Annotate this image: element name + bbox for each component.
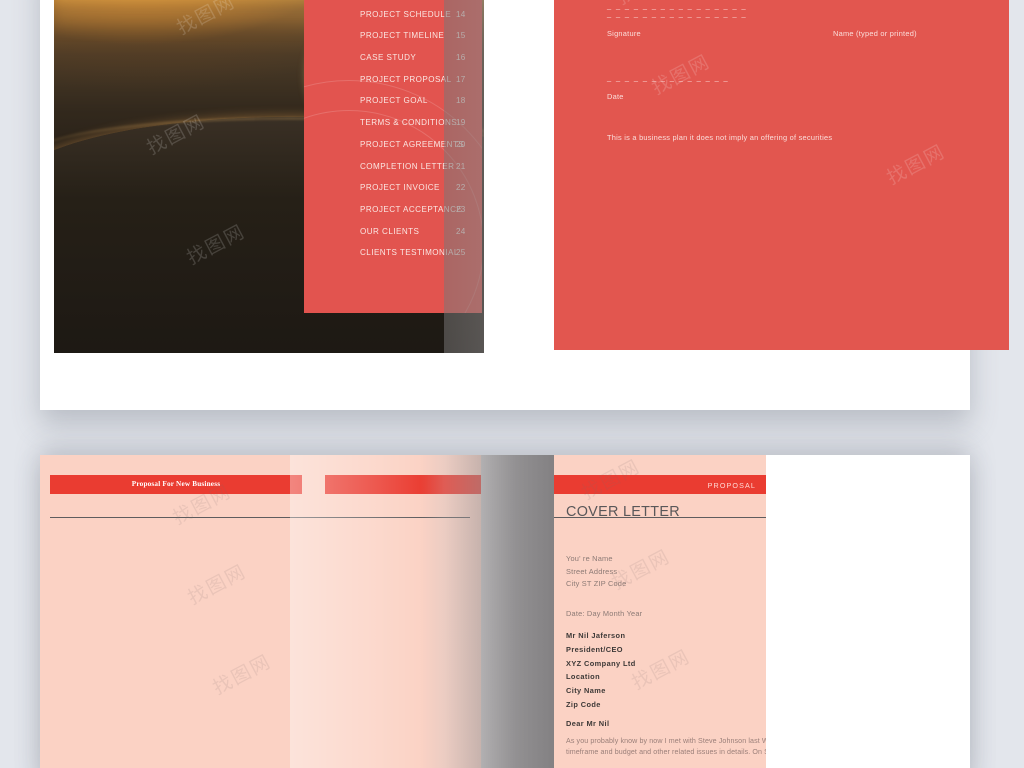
table-of-contents-page: 找图网 找图网 找图网 PRICE AND PACKAGES12PROJECT … (54, 0, 484, 353)
toc-row-label: PROJECT SCHEDULE (360, 9, 452, 19)
toc-row[interactable]: CLIENTS TESTIMONIAL 25 (304, 242, 482, 264)
header-rule (50, 517, 470, 518)
watermark: 找图网 (628, 645, 695, 695)
sender-address-line: Street Address (566, 566, 618, 576)
proposal-header-label: PROPOSAL (707, 480, 756, 490)
toc-row[interactable]: CASE STUDY 16 (304, 47, 482, 69)
signature-label: Signature (607, 29, 641, 38)
toc-row[interactable]: PROJECT GOAL 18 (304, 90, 482, 112)
toc-row-label: OUR CLIENTS (360, 226, 420, 236)
toc-row-page-number: 18 (456, 96, 466, 106)
toc-row-page-number: 24 (456, 226, 466, 236)
watermark: 找图网 (883, 140, 950, 190)
recipient-address-line: Location (566, 672, 600, 682)
top-page-spread: 找图网 找图网 找图网 PRICE AND PACKAGES12PROJECT … (40, 0, 1009, 410)
toc-row-label: PROJECT ACCEPTANCE (360, 204, 463, 214)
toc-list: PRICE AND PACKAGES12PROJECT BUDGET13PROJ… (304, 0, 482, 264)
toc-row-page-number: 20 (456, 139, 466, 149)
toc-row[interactable]: TERMS & CONDITIONS 19 (304, 112, 482, 134)
cover-letter-page: PROPOSAL COVER LETTER You' re Name Street… (554, 455, 766, 768)
recipient-address-line: XYZ Company Ltd (566, 658, 636, 668)
securities-disclaimer: This is a business plan it does not impl… (607, 133, 833, 142)
printed-name-label: Name (typed or printed) (833, 29, 917, 38)
watermark: 找图网 (184, 560, 251, 610)
toc-row-label: PROJECT PROPOSAL (360, 74, 452, 84)
toc-row[interactable]: PROJECT INVOICE 22 (304, 177, 482, 199)
left-page-header-bar-2 (325, 475, 481, 494)
toc-row-page-number: 21 (456, 161, 466, 171)
toc-row[interactable]: PROJECT PROPOSAL 17 (304, 68, 482, 90)
toc-row-page-number: 15 (456, 31, 466, 41)
toc-row-label: TERMS & CONDITIONS (360, 118, 458, 128)
sender-address-line: You' re Name (566, 554, 613, 563)
toc-row[interactable]: PROJECT AGREEMENTS 20 (304, 134, 482, 156)
right-page-header-bar: PROPOSAL (554, 475, 766, 494)
nda-agreement-page: and that any disclosure or use of same b… (554, 0, 1009, 350)
recipient-address-line: Zip Code (566, 700, 601, 709)
bottom-page-spread: Proposal For New Business PARTY INFORMAT… (40, 455, 970, 768)
toc-row[interactable]: PROJECT ACCEPTANCE 23 (304, 199, 482, 221)
page-fold-gutter (481, 455, 554, 768)
toc-row-page-number: 23 (456, 204, 466, 214)
blank-page (766, 455, 970, 768)
toc-row-page-number: 16 (456, 53, 466, 63)
left-page-header-bar: Proposal For New Business (50, 475, 302, 494)
watermark: 找图网 (209, 650, 276, 700)
toc-row[interactable]: PROJECT TIMELINE 15 (304, 25, 482, 47)
toc-row-page-number: 19 (456, 118, 466, 128)
proposal-header-title: Proposal For New Business (131, 480, 221, 488)
salutation: Dear Mr Nil (566, 719, 610, 728)
recipient-address-line: Mr Nil Jaferson (566, 631, 626, 640)
toc-row-label: PROJECT AGREEMENTS (360, 139, 465, 149)
toc-row-page-number: 17 (456, 74, 466, 84)
date-label: Date (607, 92, 624, 101)
toc-row-label: COMPLETION LETTER (360, 161, 455, 171)
toc-row-page-number: 25 (456, 248, 466, 258)
toc-row-label: CASE STUDY (360, 53, 417, 63)
toc-row-label: PROJECT GOAL (360, 96, 428, 106)
toc-row[interactable]: COMPLETION LETTER 21 (304, 155, 482, 177)
sender-address-line: City ST ZIP Code (566, 579, 627, 588)
date-blank: _ _ _ _ _ _ _ _ _ _ _ _ _ _ (607, 73, 730, 82)
toc-row[interactable]: PROJECT SCHEDULE 14 (304, 3, 482, 25)
recipient-address-line: City Name (566, 686, 606, 696)
toc-row-label: PROJECT TIMELINE (360, 31, 445, 41)
recipient-address-line: President/CEO (566, 644, 623, 654)
toc-row-page-number: 14 (456, 9, 466, 19)
page-title: COVER LETTER (566, 504, 680, 520)
toc-row-label: PROJECT INVOICE (360, 183, 440, 193)
toc-row-page-number: 22 (456, 183, 466, 193)
signature-blank-2: _ _ _ _ _ _ _ _ _ _ _ _ _ _ _ _ (607, 9, 747, 18)
letter-body-line-2: timeframe and budget and other related i… (566, 748, 766, 756)
toc-red-panel: PRICE AND PACKAGES12PROJECT BUDGET13PROJ… (304, 0, 482, 313)
party-information-page: Proposal For New Business PARTY INFORMAT… (40, 455, 481, 768)
toc-row[interactable]: OUR CLIENTS 24 (304, 220, 482, 242)
letter-body-line-1: As you probably know by now I met with S… (566, 737, 766, 745)
toc-row-label: CLIENTS TESTIMONIAL (360, 248, 459, 258)
date-line: Date: Day Month Year (566, 609, 643, 618)
